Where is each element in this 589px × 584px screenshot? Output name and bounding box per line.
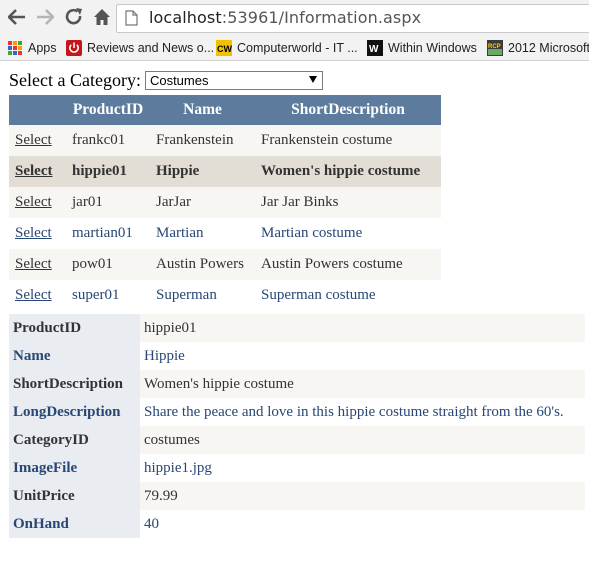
details-field-value: hippie01 xyxy=(140,314,585,342)
details-field-label: CategoryID xyxy=(9,426,140,454)
details-field-label: ImageFile xyxy=(9,454,140,482)
details-field-label: ProductID xyxy=(9,314,140,342)
bookmark-computerworld[interactable]: CW Computerworld - IT ... xyxy=(216,39,358,57)
details-field-value: Women's hippie costume xyxy=(140,370,585,398)
svg-text:RCP: RCP xyxy=(488,44,501,50)
table-row: Select jar01 JarJar Jar Jar Binks xyxy=(9,187,441,218)
home-button[interactable] xyxy=(91,6,113,28)
select-link[interactable]: Select xyxy=(15,194,52,210)
details-field-value: Share the peace and love in this hippie … xyxy=(140,398,585,426)
bookmark-reviews[interactable]: Reviews and News o... xyxy=(66,39,214,57)
reload-icon xyxy=(65,8,82,25)
browser-toolbar: localhost:53961/Information.aspx xyxy=(0,0,589,36)
details-row: ProductID hippie01 xyxy=(9,314,585,342)
details-field-label: UnitPrice xyxy=(9,482,140,510)
grid-cell-shortdescription: Women's hippie costume xyxy=(255,156,441,187)
w-logo-icon: W xyxy=(367,40,383,56)
select-link[interactable]: Select xyxy=(15,256,52,272)
select-link[interactable]: Select xyxy=(15,287,52,303)
grid-cell-shortdescription: Superman costume xyxy=(255,280,441,311)
grid-header-select xyxy=(9,95,66,125)
grid-header-productid: ProductID xyxy=(66,95,150,125)
table-row: Select martian01 Martian Martian costume xyxy=(9,218,441,249)
details-row: ImageFile hippie1.jpg xyxy=(9,454,585,482)
table-row: Select super01 Superman Superman costume xyxy=(9,280,441,311)
bookmark-label: Apps xyxy=(28,41,57,55)
table-row-selected: Select hippie01 Hippie Women's hippie co… xyxy=(9,156,441,187)
bookmark-label: Within Windows xyxy=(388,41,477,55)
details-field-value: hippie1.jpg xyxy=(140,454,585,482)
bookmark-apps[interactable]: Apps xyxy=(7,39,57,57)
details-row: LongDescription Share the peace and love… xyxy=(9,398,585,426)
grid-cell-name: Austin Powers xyxy=(150,249,255,280)
select-link[interactable]: Select xyxy=(15,163,52,179)
category-dropdown[interactable]: Costumes xyxy=(144,70,323,90)
back-arrow-icon xyxy=(8,9,25,25)
grid-cell-productid: super01 xyxy=(66,280,150,311)
details-row: Name Hippie xyxy=(9,342,585,370)
page-icon xyxy=(125,10,138,26)
details-field-value: Hippie xyxy=(140,342,585,370)
grid-cell-name: Martian xyxy=(150,218,255,249)
rcp-logo-icon: RCP xyxy=(487,40,503,56)
details-row: UnitPrice 79.99 xyxy=(9,482,585,510)
select-link[interactable]: Select xyxy=(15,225,52,241)
svg-text:W: W xyxy=(369,44,379,55)
grid-cell-shortdescription: Austin Powers costume xyxy=(255,249,441,280)
bookmark-within-windows[interactable]: W Within Windows xyxy=(367,39,477,57)
grid-header-name: Name xyxy=(150,95,255,125)
details-field-label: LongDescription xyxy=(9,398,140,426)
grid-cell-shortdescription: Jar Jar Binks xyxy=(255,187,441,218)
home-icon xyxy=(94,9,110,25)
details-field-label: ShortDescription xyxy=(9,370,140,398)
reload-button[interactable] xyxy=(63,6,85,28)
grid-cell-productid: martian01 xyxy=(66,218,150,249)
forward-button[interactable] xyxy=(34,6,56,28)
table-row: Select pow01 Austin Powers Austin Powers… xyxy=(9,249,441,280)
power-icon xyxy=(66,40,82,56)
select-link[interactable]: Select xyxy=(15,132,52,148)
back-button[interactable] xyxy=(6,6,28,28)
grid-cell-productid: jar01 xyxy=(66,187,150,218)
bookmarks-bar: Apps Reviews and News o... CW Computerwo… xyxy=(0,36,589,61)
forward-arrow-icon xyxy=(37,9,54,25)
grid-cell-productid: hippie01 xyxy=(66,156,150,187)
product-details: ProductID hippie01 Name Hippie ShortDesc… xyxy=(9,314,585,538)
apps-grid-icon xyxy=(8,41,22,55)
products-grid: ProductID Name ShortDescription Select f… xyxy=(9,95,441,311)
category-selected-value: Costumes xyxy=(149,72,209,88)
bookmark-2012-microsoft[interactable]: RCP 2012 Microsoft xyxy=(487,39,589,57)
details-field-label: Name xyxy=(9,342,140,370)
dropdown-arrow-icon xyxy=(308,75,317,83)
bookmark-label: 2012 Microsoft xyxy=(508,41,589,55)
details-field-label: OnHand xyxy=(9,510,140,538)
category-row: Select a Category: Costumes xyxy=(9,68,323,92)
details-field-value: 79.99 xyxy=(140,482,585,510)
details-row: CategoryID costumes xyxy=(9,426,585,454)
category-label: Select a Category: xyxy=(9,69,141,90)
details-row: ShortDescription Women's hippie costume xyxy=(9,370,585,398)
grid-cell-shortdescription: Martian costume xyxy=(255,218,441,249)
grid-header-row: ProductID Name ShortDescription xyxy=(9,95,441,125)
grid-cell-name: Frankenstein xyxy=(150,125,255,156)
grid-cell-name: JarJar xyxy=(150,187,255,218)
table-row: Select frankc01 Frankenstein Frankenstei… xyxy=(9,125,441,156)
bookmark-label: Computerworld - IT ... xyxy=(237,41,358,55)
svg-text:CW: CW xyxy=(217,44,232,54)
address-bar[interactable]: localhost:53961/Information.aspx xyxy=(116,4,589,33)
details-field-value: costumes xyxy=(140,426,585,454)
details-row: OnHand 40 xyxy=(9,510,585,538)
url-text: localhost:53961/Information.aspx xyxy=(149,8,422,27)
bookmark-label: Reviews and News o... xyxy=(87,41,215,55)
grid-header-shortdescription: ShortDescription xyxy=(255,95,441,125)
grid-cell-productid: pow01 xyxy=(66,249,150,280)
grid-cell-name: Superman xyxy=(150,280,255,311)
grid-cell-name: Hippie xyxy=(150,156,255,187)
grid-cell-shortdescription: Frankenstein costume xyxy=(255,125,441,156)
details-field-value: 40 xyxy=(140,510,585,538)
grid-cell-productid: frankc01 xyxy=(66,125,150,156)
cw-logo-icon: CW xyxy=(216,40,232,56)
